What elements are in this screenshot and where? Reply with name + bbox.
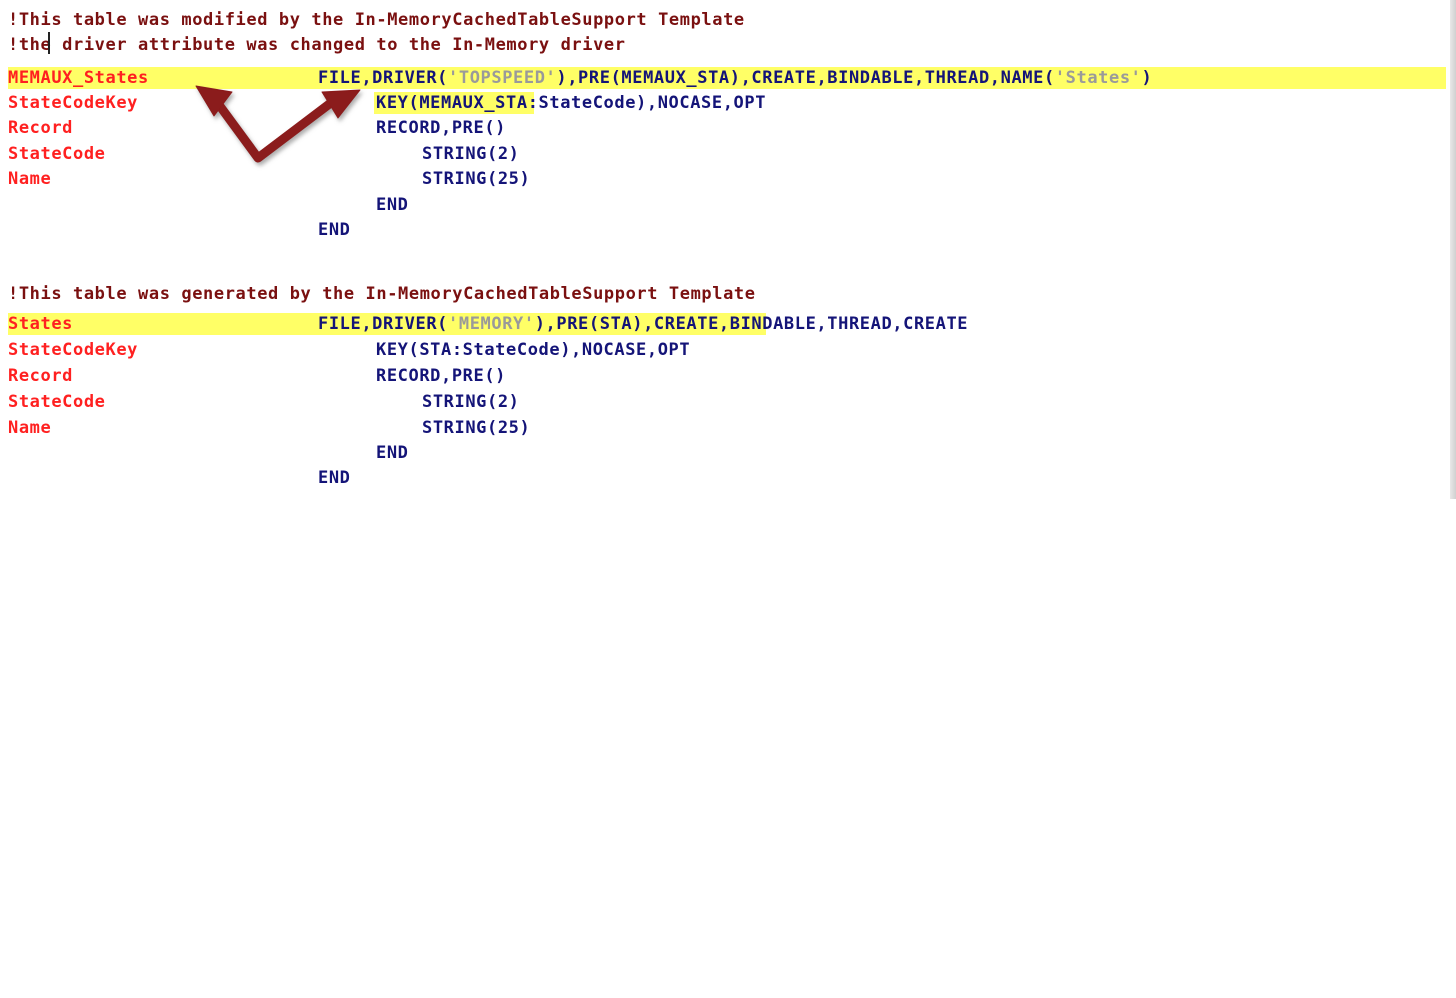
code-editor[interactable]: !This table was modified by the In-Memor… [0, 0, 1456, 499]
record-label: Record [8, 118, 74, 138]
scrollbar[interactable] [1450, 0, 1456, 499]
key-declaration: KEY(MEMAUX_STA:StateCode),NOCASE,OPT [376, 93, 767, 113]
code-token: FILE,DRIVER( [318, 314, 449, 334]
text-cursor-icon [48, 32, 50, 54]
file-declaration: FILE,DRIVER('MEMORY'),PRE(STA),CREATE,BI… [318, 312, 968, 336]
record-declaration: RECORD,PRE() [376, 118, 507, 138]
string-literal: 'TOPSPEED' [448, 68, 557, 88]
statecode-label: StateCode [8, 392, 106, 412]
code-token: FILE,DRIVER( [318, 68, 449, 88]
code-token: ,CREATE,BINDABLE,THREAD,NAME( [740, 68, 1055, 88]
code-token: ),PRE(MEMAUX_STA) [556, 68, 741, 88]
name-declaration: STRING(25) [422, 169, 531, 189]
key-label: StateCodeKey [8, 340, 139, 360]
statecode-declaration: STRING(2) [422, 392, 520, 412]
name-label: Name [8, 169, 52, 189]
file-label: MEMAUX_States [8, 68, 149, 88]
name-label: Name [8, 418, 52, 438]
string-literal: 'States' [1054, 68, 1142, 88]
code-token: ) [1141, 68, 1153, 88]
name-declaration: STRING(25) [422, 418, 531, 438]
statecode-declaration: STRING(2) [422, 144, 520, 164]
file-declaration: FILE,DRIVER('TOPSPEED'),PRE(MEMAUX_STA),… [318, 66, 1152, 90]
code-token: ),PRE(STA) [534, 314, 644, 334]
comment-line: !the driver attribute was changed to the… [8, 35, 626, 55]
comment-line: !This table was generated by the In-Memo… [8, 284, 756, 304]
key-label: StateCodeKey [8, 93, 139, 113]
string-literal: 'MEMORY' [448, 314, 535, 334]
key-declaration: KEY(STA:StateCode),NOCASE,OPT [376, 340, 691, 360]
file-label: States [8, 314, 74, 334]
end-record: END [376, 195, 409, 215]
record-label: Record [8, 366, 74, 386]
record-declaration: RECORD,PRE() [376, 366, 507, 386]
end-file: END [318, 220, 351, 240]
statecode-label: StateCode [8, 144, 106, 164]
comment-line: !This table was modified by the In-Memor… [8, 10, 745, 30]
end-file: END [318, 468, 351, 488]
code-token: ,CREATE,BINDABLE,THREAD,CREATE [643, 314, 969, 334]
end-record: END [376, 443, 409, 463]
